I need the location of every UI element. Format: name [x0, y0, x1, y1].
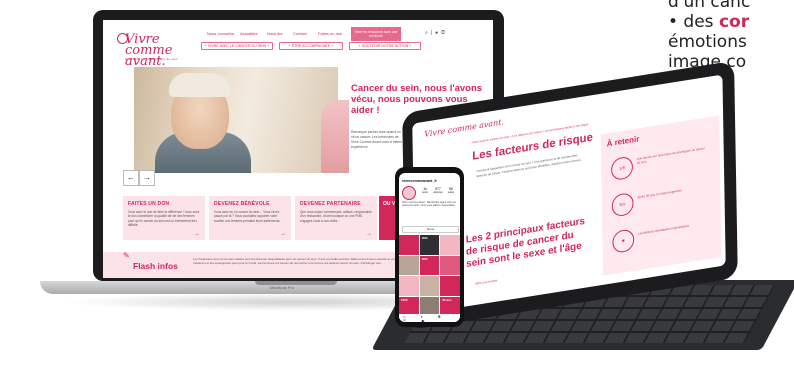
card-title: DEVENEZ BÉNÉVOLE: [214, 201, 270, 207]
flash-text: Les bénévoles sont reconnues viables pou…: [193, 257, 409, 266]
post-thumbnail-text: 1500: [401, 298, 408, 303]
post-thumbnail-text: [420, 297, 440, 301]
stat-posts[interactable]: 1k posts: [419, 187, 431, 195]
flash-title: Flash infos: [133, 261, 178, 271]
cropped-text-line-3: émotions: [668, 32, 747, 52]
subnav-soutenir[interactable]: + SOUTENIR NOTRE ACTION +: [349, 42, 421, 50]
cropped-text-line-2: • des cor: [668, 12, 750, 32]
post-thumbnail-text: [440, 235, 460, 239]
post-thumbnail-text: 40%: [421, 236, 428, 240]
post-thumbnail[interactable]: 40%: [419, 235, 440, 255]
card-devenez-partenaire[interactable]: DEVENEZ PARTENAIRE Que vous soyez commer…: [295, 196, 377, 240]
card-text: Vous avez le don de faire la différence …: [128, 210, 200, 228]
carousel-next-button[interactable]: →: [139, 170, 155, 186]
hero-photo-hair: [169, 73, 231, 97]
post-thumbnail[interactable]: [440, 276, 460, 296]
card-text: Vous avez eu un cancer du sein… Vous l'a…: [214, 210, 281, 223]
hero-secondary-photo: [321, 100, 349, 173]
phone-instagram: vivrecommeavant_fr 1k posts 577 abonnés 85…: [399, 173, 460, 322]
carousel-prev-button[interactable]: ←: [123, 170, 139, 186]
site-logo[interactable]: Vivre comme avant.: [125, 33, 205, 68]
card-faites-un-don[interactable]: FAITES UN DON Vous avez le don de faire …: [123, 196, 205, 240]
avatar[interactable]: [402, 186, 416, 200]
nav-cta-button[interactable]: Vivre en ressource avec une bénévole: [351, 27, 401, 41]
arrow-right-icon: →: [194, 231, 200, 237]
post-thumbnail[interactable]: [399, 276, 419, 296]
stat-followers[interactable]: 577 abonnés: [432, 187, 444, 195]
arrow-right-icon: →: [280, 231, 286, 237]
card-text: Que vous soyez commerçant, artisan, resp…: [300, 210, 372, 223]
megaphone-icon: ✎: [123, 251, 130, 260]
tablet-section-heading: Les 2 principaux facteurs de risque de c…: [465, 215, 586, 270]
subnav-etre-accompagnee[interactable]: + ÊTRE ACCOMPAGNÉE +: [279, 42, 343, 50]
card-devenez-benevole[interactable]: DEVENEZ BÉNÉVOLE Vous avez eu un cancer …: [209, 196, 291, 240]
post-thumbnail[interactable]: [419, 276, 440, 296]
nav-link-actualites[interactable]: Actualités: [240, 31, 257, 36]
nav-link-nous-lire[interactable]: Nous lire: [267, 31, 283, 36]
post-thumbnail-text: [420, 276, 440, 280]
tablet-bullet: • Être une femme: [474, 278, 498, 286]
card-title: FAITES UN DON: [128, 201, 170, 207]
site-tagline: Ensemble contre le cancer du sein: [125, 57, 178, 61]
post-thumbnail[interactable]: [440, 235, 460, 255]
bottom-nav-bar[interactable]: ⌂ ⌕ ⊕ ♡ ◉: [399, 314, 460, 322]
post-thumbnail-text: [440, 276, 460, 280]
post-grid: 40% 60% 1500 20 ans: [399, 235, 460, 317]
post-thumbnail[interactable]: [399, 235, 419, 255]
arrow-right-icon: →: [366, 231, 372, 237]
post-thumbnail-text: 20 ans: [442, 298, 452, 303]
card-title: DEVENEZ PARTENAIRE: [300, 201, 361, 207]
tablet-logo[interactable]: Vivre comme avant.: [424, 117, 504, 139]
stat-following[interactable]: 85 suivis: [445, 187, 457, 195]
profile-bio: Vivre Comme Avant · Bénévoles ayant vécu…: [402, 201, 457, 208]
post-thumbnail[interactable]: [440, 255, 460, 276]
profile-username[interactable]: vivrecommeavant_fr: [402, 179, 437, 183]
nav-link-contact[interactable]: Contact: [293, 31, 307, 36]
laptop-brand-label: MacBook Pro: [270, 285, 295, 290]
laptop-notch: [255, 281, 337, 285]
follow-button[interactable]: Suivre: [402, 226, 459, 233]
post-thumbnail[interactable]: 60%: [419, 255, 440, 276]
post-thumbnail-text: [399, 235, 419, 239]
subnav-vivre-avec[interactable]: + VIVRE AVEC LE CANCER DU SEIN +: [201, 42, 273, 50]
nav-link-faites-un-don[interactable]: Faites un don: [318, 31, 342, 36]
nav-social-icons[interactable]: ⌕|●◎: [425, 30, 448, 36]
post-thumbnail-text: [399, 256, 419, 260]
post-thumbnail-text: 60%: [421, 256, 428, 261]
cropped-text-line-1: d'un canc: [668, 0, 751, 12]
post-thumbnail[interactable]: [399, 255, 419, 276]
post-thumbnail-text: [399, 276, 419, 280]
nav-link-nous-connaitre[interactable]: Nous connaître: [207, 31, 234, 36]
hero-text: Remarque parfois dure quand on vit un ca…: [351, 130, 403, 149]
post-thumbnail-text: [440, 256, 460, 260]
